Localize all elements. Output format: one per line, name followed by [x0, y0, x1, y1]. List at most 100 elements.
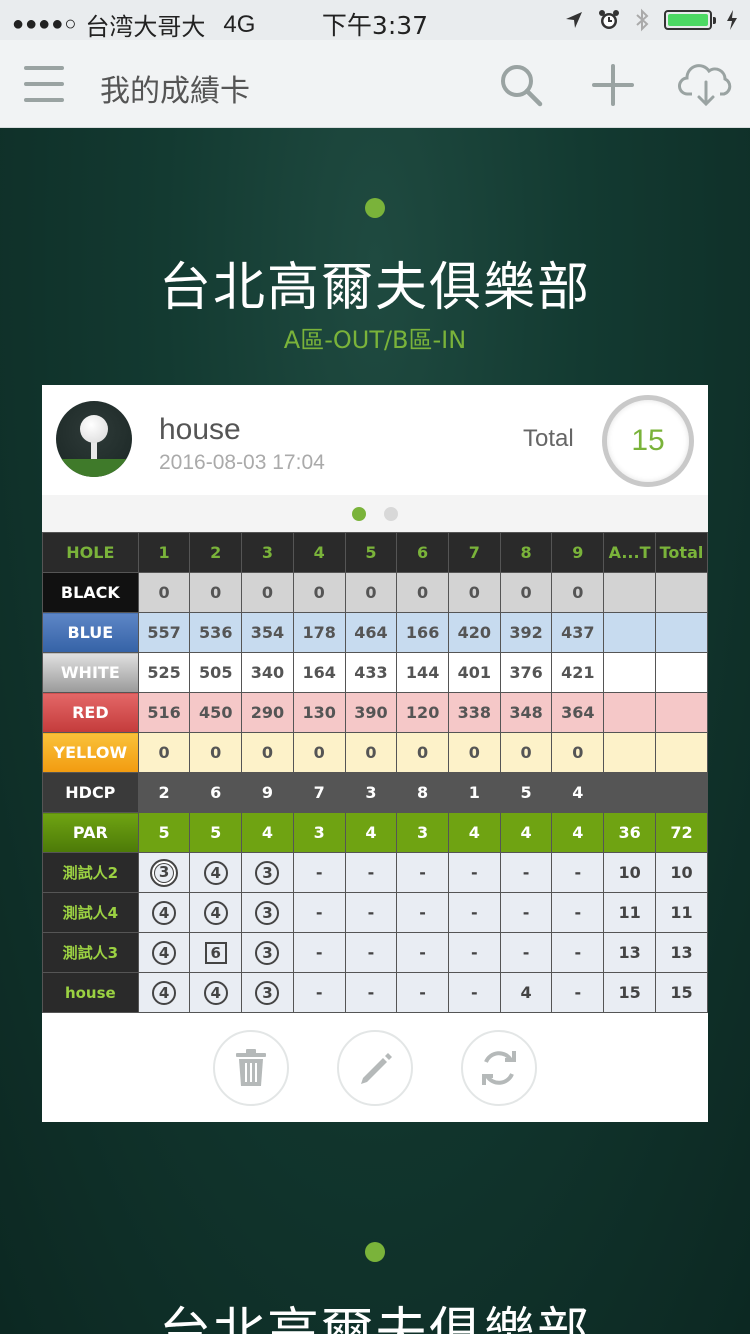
hole-header-cell: 2 — [189, 532, 243, 573]
red-cell: 450 — [189, 692, 243, 733]
score-cell[interactable]: 3 — [241, 852, 294, 893]
par-cell: 3 — [292, 812, 346, 853]
score-cell[interactable]: - — [551, 852, 605, 893]
score-cell[interactable]: 3 — [241, 892, 294, 933]
score-circle-mark: 4 — [152, 900, 177, 925]
add-icon[interactable] — [590, 62, 636, 108]
cloud-download-icon[interactable] — [678, 62, 734, 108]
score-cell[interactable]: - — [447, 932, 501, 973]
red-row-label: RED — [42, 692, 139, 733]
score-cell[interactable]: - — [292, 852, 346, 893]
score-cell[interactable]: 4 — [137, 972, 191, 1013]
player-row[interactable]: 測試人3 4 6 3- - - - - -13 13 — [42, 932, 708, 973]
score-cell[interactable]: 4 — [189, 892, 243, 933]
score-cell[interactable]: - — [344, 972, 398, 1013]
course-route: A區-OUT/B區-IN — [283, 326, 467, 354]
red-row: RED 516 450 290 130 390 120 338 348 364 — [42, 692, 708, 733]
player-out-total: 10 — [603, 852, 656, 893]
player-out-total: 15 — [603, 972, 656, 1013]
score-cell[interactable]: 4 — [189, 972, 243, 1013]
yellow-cell: 0 — [499, 732, 553, 773]
score-cell[interactable]: - — [447, 892, 501, 933]
red-cell — [655, 692, 708, 733]
score-cell[interactable]: - — [396, 852, 449, 893]
score-cell[interactable]: 6 — [189, 932, 243, 973]
course-name: 台北高爾夫俱樂部 — [158, 258, 591, 318]
score-cell[interactable]: - — [499, 932, 553, 973]
par-cell: 4 — [551, 812, 605, 853]
score-cell[interactable]: - — [447, 972, 501, 1013]
score-square-mark: 6 — [204, 941, 227, 964]
player-row[interactable]: 測試人4 4 4 3- - - - - -11 11 — [42, 892, 708, 933]
score-cell[interactable]: 3 — [241, 932, 294, 973]
edit-button[interactable] — [337, 1030, 413, 1106]
score-cell[interactable]: 4 — [499, 972, 553, 1013]
refresh-icon — [482, 1051, 516, 1085]
white-cell: 401 — [447, 652, 501, 693]
page-title: 我的成績卡 — [100, 74, 250, 109]
score-cell[interactable]: 3 — [137, 852, 191, 893]
nav-bar: 我的成績卡 — [0, 40, 750, 128]
score-cell[interactable]: 4 — [137, 932, 191, 973]
yellow-cell: 0 — [241, 732, 294, 773]
player-row[interactable]: house 4 4 3- - - -4-15 15 — [42, 972, 708, 1013]
score-cell[interactable]: - — [344, 932, 398, 973]
blue-cell — [603, 612, 656, 653]
white-cell: 525 — [137, 652, 191, 693]
black-cell: 0 — [396, 572, 449, 613]
player-row-label: house — [42, 972, 139, 1013]
score-cell[interactable]: - — [292, 972, 346, 1013]
pager-dot-inactive[interactable] — [384, 507, 398, 521]
hole-label: HOLE — [42, 532, 139, 573]
score-cell[interactable]: - — [499, 852, 553, 893]
score-cell[interactable]: - — [292, 892, 346, 933]
yellow-cell: 0 — [551, 732, 605, 773]
score-cell[interactable]: 4 — [137, 892, 191, 933]
score-cell[interactable]: - — [396, 892, 449, 933]
score-cell[interactable]: - — [396, 932, 449, 973]
edit-icon — [361, 1053, 392, 1084]
yellow-cell: 0 — [137, 732, 191, 773]
search-icon[interactable] — [498, 62, 544, 108]
score-cell[interactable]: - — [551, 892, 605, 933]
card-pager — [42, 495, 708, 532]
white-row-label: WHITE — [42, 652, 139, 693]
hdcp-cell: 3 — [344, 772, 398, 813]
score-cell[interactable]: - — [551, 932, 605, 973]
hdcp-row-label: HDCP — [42, 772, 139, 813]
score-cell[interactable]: 3 — [241, 972, 294, 1013]
player-row[interactable]: 測試人2 3 4 3- - - - - -10 10 — [42, 852, 708, 893]
delete-button[interactable] — [213, 1030, 289, 1106]
black-cell: 0 — [551, 572, 605, 613]
hole-row: HOLE 1 2 3 4 5 6 7 8 9 A...T Total — [42, 532, 708, 573]
score-cell[interactable]: - — [499, 892, 553, 933]
par-cell: 72 — [655, 812, 708, 853]
score-cell[interactable]: - — [344, 852, 398, 893]
score-card: house 2016-08-03 17:04 Total 15 HOLE 1 2 3 4… — [42, 385, 708, 1122]
hole-header-cell: 1 — [137, 532, 191, 573]
blue-row-label: BLUE — [42, 612, 139, 653]
player-name: house — [159, 413, 241, 446]
hdcp-cell: 2 — [137, 772, 191, 813]
score-cell[interactable]: 4 — [189, 852, 243, 893]
hole-header-cell: A...T — [603, 532, 656, 573]
card-header[interactable]: house 2016-08-03 17:04 Total 15 — [42, 385, 708, 495]
black-cell: 0 — [137, 572, 191, 613]
score-cell[interactable]: - — [447, 852, 501, 893]
pager-dot-active[interactable] — [352, 507, 366, 521]
hdcp-cell — [603, 772, 656, 813]
score-cell[interactable]: - — [396, 972, 449, 1013]
red-cell: 390 — [344, 692, 398, 733]
white-cell: 164 — [292, 652, 346, 693]
score-cell[interactable]: - — [292, 932, 346, 973]
score-cell[interactable]: - — [551, 972, 605, 1013]
score-cell[interactable]: - — [344, 892, 398, 933]
blue-cell: 166 — [396, 612, 449, 653]
status-right — [564, 8, 738, 32]
menu-icon[interactable] — [24, 66, 64, 102]
battery-icon — [664, 10, 716, 30]
hole-header-cell: 7 — [447, 532, 501, 573]
refresh-button[interactable] — [461, 1030, 537, 1106]
player-grand-total: 13 — [655, 932, 708, 973]
red-cell: 516 — [137, 692, 191, 733]
